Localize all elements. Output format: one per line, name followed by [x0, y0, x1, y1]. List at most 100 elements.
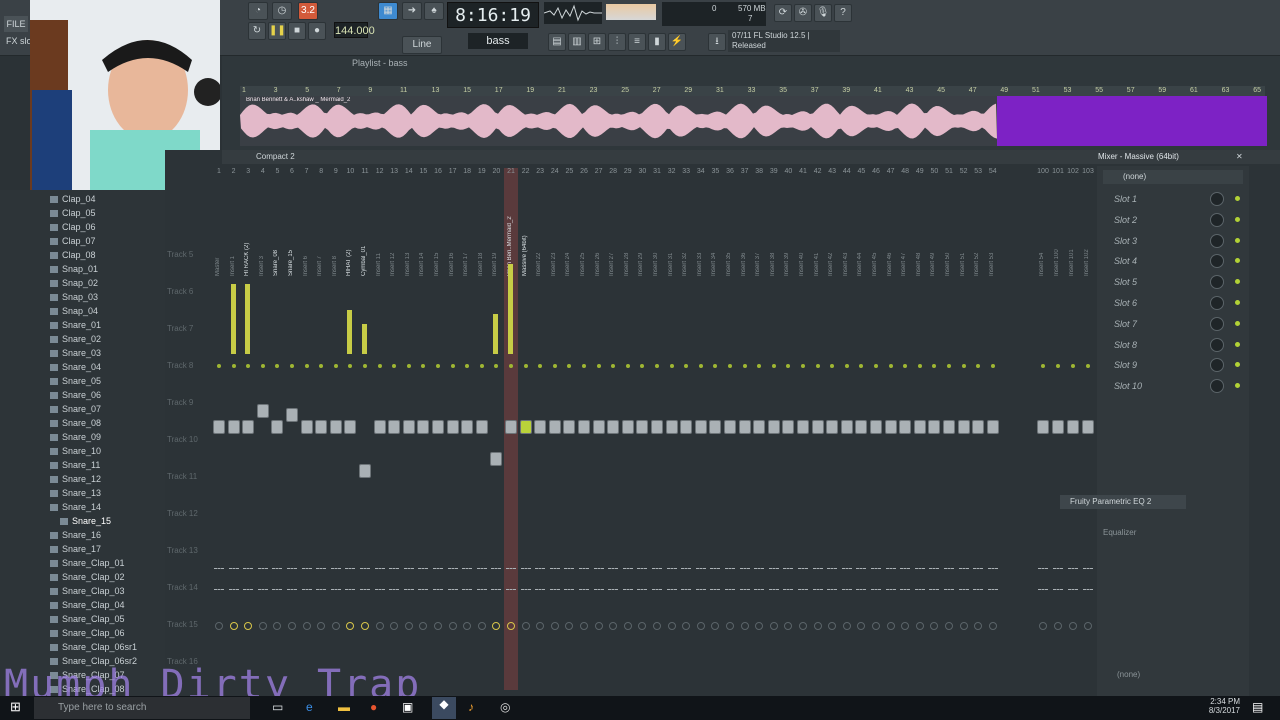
slot-mix-knob[interactable]	[1210, 212, 1224, 227]
mixer-strip[interactable]: 12 Insert 11	[373, 168, 387, 690]
send-switch[interactable]	[273, 622, 282, 630]
fx-slot[interactable]: Slot 4	[1102, 252, 1242, 270]
volume-fader[interactable]	[840, 420, 853, 434]
strip-enable-led[interactable]	[976, 364, 981, 368]
mixer-strip[interactable]: 2 Insert 1	[227, 168, 241, 690]
mixer-strip[interactable]: 9 Insert 8	[329, 168, 343, 690]
send-switch[interactable]	[434, 622, 442, 630]
route-knobs[interactable]	[287, 568, 297, 590]
route-knobs[interactable]	[783, 568, 794, 590]
send-switch[interactable]	[930, 622, 939, 630]
send-switch[interactable]	[915, 622, 924, 630]
route-knobs[interactable]	[987, 568, 998, 590]
volume-fader[interactable]	[782, 420, 795, 434]
send-switch[interactable]	[346, 622, 355, 630]
step-icon[interactable]: ➜	[402, 2, 422, 20]
volume-fader[interactable]	[884, 420, 897, 434]
volume-fader[interactable]	[592, 420, 605, 434]
send-switch[interactable]	[740, 622, 749, 630]
volume-fader[interactable]	[359, 464, 371, 478]
mixer-strip[interactable]: 28 Insert 27	[606, 168, 620, 690]
slot-enable-led[interactable]	[1235, 196, 1240, 201]
mixer-strip[interactable]: 38 Insert 37	[752, 168, 766, 690]
mixer-strip[interactable]: 22 Massive (64bit)	[519, 168, 533, 690]
mixer-strip[interactable]: 29 Insert 28	[621, 168, 635, 690]
send-switch[interactable]	[448, 622, 457, 630]
volume-fader[interactable]	[738, 420, 751, 434]
route-knobs[interactable]	[841, 568, 852, 590]
edge-icon[interactable]: e	[306, 700, 313, 714]
mixer-strip[interactable]: 100 Insert 54	[1036, 168, 1050, 690]
volume-fader[interactable]	[680, 420, 693, 434]
volume-fader[interactable]	[724, 420, 736, 434]
strip-enable-led[interactable]	[348, 364, 353, 368]
route-knobs[interactable]	[798, 568, 808, 590]
send-switch[interactable]	[550, 622, 559, 630]
volume-fader[interactable]	[899, 420, 912, 434]
line-mode-button[interactable]: Line	[402, 36, 442, 54]
blend-icon[interactable]: ♠	[424, 2, 444, 20]
mixer-strip[interactable]: 48 Insert 47	[898, 168, 912, 690]
browser-item[interactable]: Snare_Clap_02	[50, 570, 125, 584]
route-knobs[interactable]	[929, 568, 940, 590]
mixer-strip[interactable]: 16 Insert 15	[431, 168, 445, 690]
strip-enable-led[interactable]	[684, 364, 689, 368]
strip-enable-led[interactable]	[304, 364, 309, 368]
route-knobs[interactable]	[535, 568, 546, 590]
send-switch[interactable]	[317, 622, 326, 630]
send-switch[interactable]	[288, 622, 296, 630]
slot-enable-led[interactable]	[1235, 383, 1240, 389]
browser-item[interactable]: Snare_Clap_04	[50, 598, 125, 612]
browser-item[interactable]: Snare_10	[50, 444, 101, 458]
strip-enable-led[interactable]	[698, 364, 703, 368]
close-icon[interactable]: ✕	[1236, 150, 1243, 164]
mixer-strip[interactable]: 52 Insert 51	[957, 168, 971, 690]
volume-fader[interactable]	[432, 420, 444, 434]
browser-item[interactable]: Clap_07	[50, 234, 96, 248]
strip-enable-led[interactable]	[596, 364, 601, 368]
volume-fader[interactable]	[213, 420, 225, 434]
record-settings-icon[interactable]: ◷	[272, 2, 292, 20]
route-knobs[interactable]	[228, 568, 239, 590]
send-switch[interactable]	[799, 622, 807, 630]
strip-enable-led[interactable]	[552, 364, 557, 368]
mixer-strip[interactable]: 30 Insert 29	[635, 168, 649, 690]
strip-enable-led[interactable]	[421, 364, 426, 368]
send-switch[interactable]	[404, 622, 413, 630]
send-switch[interactable]	[813, 622, 822, 630]
metronome-icon[interactable]: ◔	[248, 2, 268, 20]
route-knobs[interactable]	[243, 568, 254, 590]
strip-enable-led[interactable]	[932, 364, 937, 368]
route-knobs[interactable]	[462, 568, 473, 590]
route-knobs[interactable]	[433, 568, 443, 590]
route-knobs[interactable]	[214, 568, 224, 590]
route-knobs[interactable]	[476, 568, 487, 590]
volume-fader[interactable]	[826, 420, 839, 434]
fl-studio-taskbar-icon[interactable]: ◆	[432, 697, 456, 719]
route-knobs[interactable]	[768, 568, 779, 590]
mixer-strip[interactable]: 101 Insert 100	[1051, 168, 1065, 690]
mixer-strip[interactable]: 41 Insert 40	[796, 168, 810, 690]
route-knobs[interactable]	[564, 568, 575, 590]
route-knobs[interactable]	[812, 568, 823, 590]
browser-item[interactable]: Clap_05	[50, 206, 96, 220]
slot-enable-led[interactable]	[1235, 300, 1240, 305]
browser-item[interactable]: Snare_03	[50, 346, 101, 360]
route-knobs[interactable]	[447, 568, 458, 590]
mixer-strip[interactable]: 51 Insert 50	[942, 168, 956, 690]
mixer-strip[interactable]: 43 Insert 42	[825, 168, 839, 690]
browser-item[interactable]: Clap_08	[50, 248, 96, 262]
mixer-strip[interactable]: 11 Cymbal_01	[358, 168, 372, 690]
strip-enable-led[interactable]	[990, 364, 995, 368]
slot-enable-led[interactable]	[1235, 341, 1240, 347]
fx-slot[interactable]: Slot 2	[1102, 211, 1242, 229]
slot-mix-knob[interactable]	[1210, 337, 1224, 352]
send-switch[interactable]	[1084, 622, 1092, 630]
browser-item[interactable]: Snare_16	[50, 528, 101, 542]
route-knobs[interactable]	[608, 568, 619, 590]
strip-enable-led[interactable]	[917, 364, 922, 368]
mixer-strip[interactable]: 45 Insert 44	[854, 168, 868, 690]
strip-enable-led[interactable]	[830, 364, 835, 368]
send-switch[interactable]	[390, 622, 399, 630]
browser-item[interactable]: Snap_01	[50, 262, 98, 276]
